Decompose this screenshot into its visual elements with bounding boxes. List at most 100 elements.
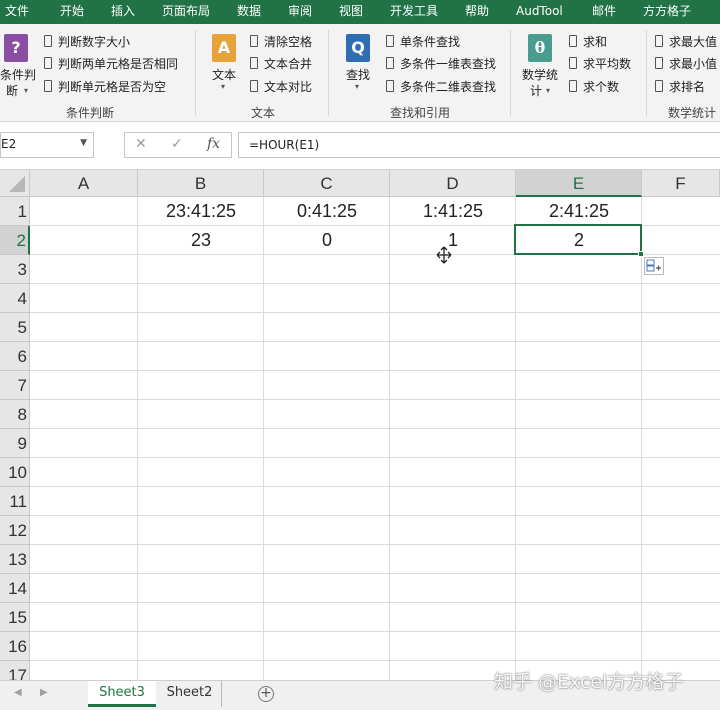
tab-fangfang[interactable]: 方方格子 xyxy=(643,0,691,24)
grid-vline xyxy=(641,197,642,680)
max-button[interactable]: 求最大值 xyxy=(655,34,717,50)
cell-B1[interactable]: 23:41:25 xyxy=(138,197,264,226)
tab-review[interactable]: 审阅 xyxy=(288,0,312,24)
select-all-button[interactable] xyxy=(0,170,30,197)
formula-bar: E2 ▼ ✕ ✓ fx =HOUR(E1) xyxy=(0,122,720,170)
sheet-tab-sheet3[interactable]: Sheet3 xyxy=(88,681,156,707)
tab-view[interactable]: 视图 xyxy=(339,0,363,24)
row-header-6[interactable]: 6 xyxy=(0,342,30,371)
bookmark-icon xyxy=(386,80,394,92)
multi-condition-1d-find-button[interactable]: 多条件一维表查找 xyxy=(386,56,496,72)
search-icon: Q xyxy=(346,34,370,62)
cell-D2[interactable]: 1 xyxy=(390,226,516,255)
multi-condition-2d-find-button[interactable]: 多条件二维表查找 xyxy=(386,79,496,95)
formula-input[interactable]: =HOUR(E1) xyxy=(238,132,720,158)
row-header-7[interactable]: 7 xyxy=(0,371,30,400)
judge-cells-same-button[interactable]: 判断两单元格是否相同 xyxy=(44,56,178,72)
row-header-3[interactable]: 3 xyxy=(0,255,30,284)
tab-help[interactable]: 帮助 xyxy=(465,0,489,24)
cell-B2[interactable]: 23 xyxy=(138,226,264,255)
text-a-icon: A xyxy=(212,34,236,62)
tab-developer[interactable]: 开发工具 xyxy=(390,0,438,24)
next-sheet-icon[interactable]: ▶ xyxy=(40,687,48,698)
row-header-13[interactable]: 13 xyxy=(0,545,30,574)
column-header-B[interactable]: B xyxy=(138,170,264,197)
tab-audtool[interactable]: AudTool xyxy=(516,0,563,24)
grid-hline xyxy=(30,660,720,661)
judge-cell-empty-button[interactable]: 判断单元格是否为空 xyxy=(44,79,166,95)
text-compare-button[interactable]: 文本对比 xyxy=(250,79,312,95)
quick-analysis-button[interactable] xyxy=(644,257,664,275)
name-box[interactable]: E2 ▼ xyxy=(0,132,94,158)
tab-home[interactable]: 开始 xyxy=(60,0,84,24)
cancel-icon[interactable]: ✕ xyxy=(135,136,147,152)
row-header-17[interactable]: 17 xyxy=(0,661,30,680)
row-header-4[interactable]: 4 xyxy=(0,284,30,313)
count-button[interactable]: 求个数 xyxy=(569,79,619,95)
tab-file[interactable]: 文件 xyxy=(5,0,29,24)
chevron-down-icon: ▾ xyxy=(24,86,29,95)
row-header-2[interactable]: 2 xyxy=(0,226,30,255)
enter-icon[interactable]: ✓ xyxy=(171,136,183,152)
column-header-F[interactable]: F xyxy=(642,170,720,197)
cell-C2[interactable]: 0 xyxy=(264,226,390,255)
insert-function-icon[interactable]: fx xyxy=(207,136,220,152)
average-button[interactable]: 求平均数 xyxy=(569,56,631,72)
bookmark-icon xyxy=(44,35,52,47)
sum-button[interactable]: 求和 xyxy=(569,34,607,50)
min-button[interactable]: 求最小值 xyxy=(655,56,717,72)
group-separator xyxy=(195,30,196,116)
tab-data[interactable]: 数据 xyxy=(237,0,261,24)
bookmark-icon xyxy=(569,80,577,92)
column-header-D[interactable]: D xyxy=(390,170,516,197)
row-header-1[interactable]: 1 xyxy=(0,197,30,226)
question-icon: ? xyxy=(4,34,28,62)
grid-hline xyxy=(30,370,720,371)
row-header-9[interactable]: 9 xyxy=(0,429,30,458)
cell-E1[interactable]: 2:41:25 xyxy=(516,197,642,226)
cell-C1[interactable]: 0:41:25 xyxy=(264,197,390,226)
single-condition-find-button[interactable]: 单条件查找 xyxy=(386,34,460,50)
grid-vline xyxy=(263,197,264,680)
plus-icon: + xyxy=(260,685,272,701)
bookmark-icon xyxy=(44,80,52,92)
grid-hline xyxy=(30,631,720,632)
chevron-down-icon: ▾ xyxy=(355,82,360,91)
tab-mail[interactable]: 邮件 xyxy=(592,0,616,24)
row-header-12[interactable]: 12 xyxy=(0,516,30,545)
spreadsheet-grid[interactable]: ABCDEF 1 2 3 4 5 6 7 8 9 10 11 12 13 14 15 16 17 23:41:2… xyxy=(0,170,720,680)
row-header-14[interactable]: 14 xyxy=(0,574,30,603)
group-label-math: 数学统计 xyxy=(668,106,717,120)
chevron-down-icon[interactable]: ▼ xyxy=(80,138,87,148)
row-header-11[interactable]: 11 xyxy=(0,487,30,516)
grid-vline xyxy=(389,197,390,680)
formula-text: =HOUR(E1) xyxy=(249,138,320,152)
row-header-5[interactable]: 5 xyxy=(0,313,30,342)
row-header-10[interactable]: 10 xyxy=(0,458,30,487)
chevron-down-icon: ▾ xyxy=(221,82,226,91)
condition-judge-label-2: 断 xyxy=(6,84,19,98)
sheet-tab-sheet2[interactable]: Sheet2 xyxy=(158,681,222,707)
tab-insert[interactable]: 插入 xyxy=(111,0,135,24)
column-header-C[interactable]: C xyxy=(264,170,390,197)
condition-judge-label-1: 条件判 xyxy=(0,68,37,82)
row-header-16[interactable]: 16 xyxy=(0,632,30,661)
row-header-8[interactable]: 8 xyxy=(0,400,30,429)
tab-page-layout[interactable]: 页面布局 xyxy=(162,0,210,24)
prev-sheet-icon[interactable]: ◀ xyxy=(14,687,22,698)
bookmark-icon xyxy=(655,35,663,47)
grid-hline xyxy=(30,428,720,429)
name-box-value: E2 xyxy=(1,137,17,151)
math-stats-label-1: 数学统 xyxy=(522,68,559,82)
chevron-down-icon: ▾ xyxy=(546,86,551,95)
text-merge-button[interactable]: 文本合并 xyxy=(250,56,312,72)
row-header-15[interactable]: 15 xyxy=(0,603,30,632)
judge-number-size-button[interactable]: 判断数字大小 xyxy=(44,34,130,50)
add-sheet-button[interactable]: + xyxy=(258,686,274,702)
cell-D1[interactable]: 1:41:25 xyxy=(390,197,516,226)
clear-spaces-button[interactable]: 清除空格 xyxy=(250,34,312,50)
rank-button[interactable]: 求排名 xyxy=(655,79,705,95)
formula-buttons: ✕ ✓ fx xyxy=(124,132,232,158)
column-header-A[interactable]: A xyxy=(30,170,138,197)
column-header-E[interactable]: E xyxy=(516,170,642,197)
